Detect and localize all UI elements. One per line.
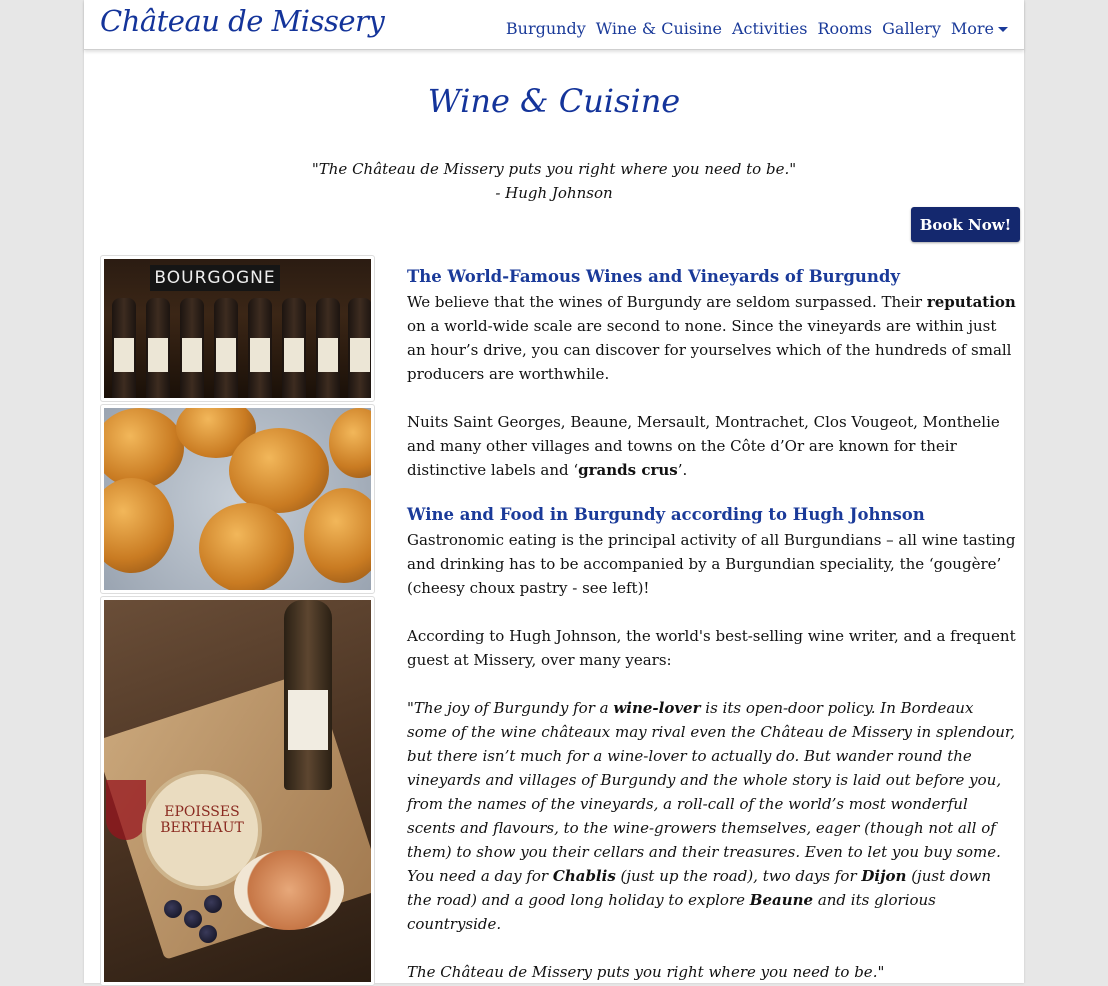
nav-menu: Burgundy Wine & Cuisine Activities Rooms… — [506, 19, 1008, 38]
paragraph-gastronomy: Gastronomic eating is the principal acti… — [407, 531, 1016, 597]
gougere-image[interactable] — [100, 404, 375, 594]
page-title: Wine & Cuisine — [427, 82, 681, 120]
page-container: Château de Missery Burgundy Wine & Cuisi… — [84, 0, 1024, 986]
wine-bottles-photo: BOURGOGNE — [104, 259, 371, 398]
nav-item-burgundy[interactable]: Burgundy — [506, 19, 586, 38]
quote-closing: The Château de Missery puts you right wh… — [407, 963, 885, 981]
nav-item-activities[interactable]: Activities — [732, 19, 807, 38]
nav-item-wine-cuisine[interactable]: Wine & Cuisine — [596, 19, 722, 38]
nav-item-rooms[interactable]: Rooms — [817, 19, 872, 38]
top-quote: "The Château de Missery puts you right w… — [84, 157, 1024, 205]
section-heading-food: Wine and Food in Burgundy according to H… — [407, 505, 925, 524]
top-quote-author: - Hugh Johnson — [495, 184, 613, 202]
gougere-photo — [104, 408, 371, 590]
wine-bottles-image[interactable]: BOURGOGNE — [100, 255, 375, 402]
top-quote-text: "The Château de Missery puts you right w… — [311, 160, 797, 178]
book-now-button[interactable]: Book Now! — [911, 207, 1020, 242]
chevron-down-icon — [998, 27, 1008, 32]
paragraph-villages: Nuits Saint Georges, Beaune, Mersault, M… — [407, 413, 1000, 479]
main-content: The World-Famous Wines and Vineyards of … — [407, 264, 1017, 984]
brand-logo[interactable]: Château de Missery — [100, 4, 385, 38]
navbar: Château de Missery Burgundy Wine & Cuisi… — [84, 0, 1024, 50]
hugh-johnson-quote: "The joy of Burgundy for a wine-lover is… — [407, 699, 1016, 933]
nav-item-gallery[interactable]: Gallery — [882, 19, 941, 38]
paragraph-reputation: We believe that the wines of Burgundy ar… — [407, 293, 1016, 383]
bourgogne-sign: BOURGOGNE — [150, 265, 280, 291]
paragraph-hugh-johnson: According to Hugh Johnson, the world's b… — [407, 627, 1016, 669]
section-heading-wines: The World-Famous Wines and Vineyards of … — [407, 267, 901, 286]
cheese-board-photo: EPOISSES BERTHAUT — [104, 600, 371, 982]
cheese-board-image[interactable]: EPOISSES BERTHAUT — [100, 596, 375, 986]
nav-more-label: More — [950, 19, 994, 38]
nav-item-more[interactable]: More — [951, 19, 1008, 38]
